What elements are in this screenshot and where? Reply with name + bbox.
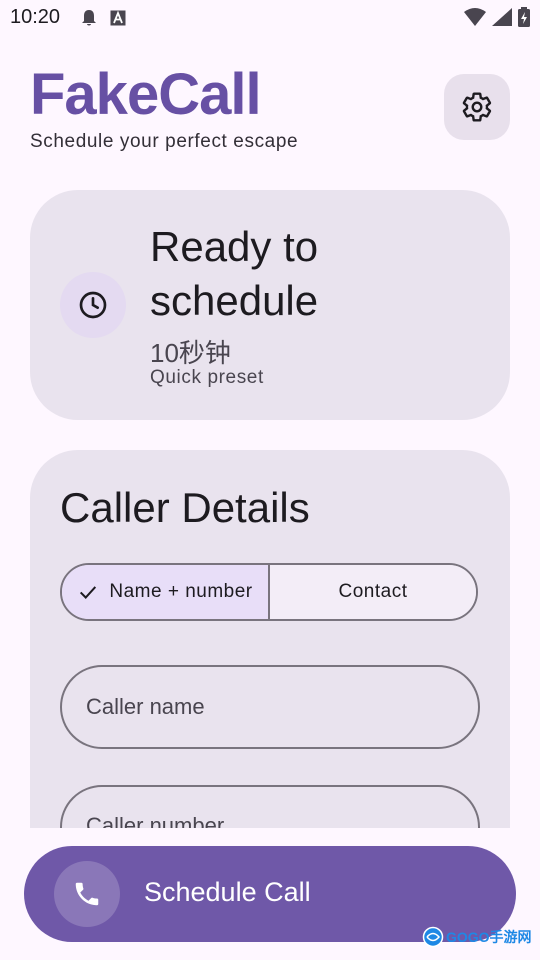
watermark-text: GOGO手游网 — [446, 929, 532, 945]
caller-details-title: Caller Details — [60, 484, 310, 531]
caller-name-field[interactable]: Caller name — [60, 665, 480, 749]
schedule-call-label: Schedule Call — [144, 877, 311, 907]
app-title: FakeCall — [30, 62, 262, 127]
segment-contact-label: Contact — [338, 581, 408, 602]
status-bar: 10:20 — [0, 0, 540, 36]
segment-contact[interactable]: Contact — [270, 565, 476, 619]
watermark-logo: GOGO手游网 — [422, 926, 532, 948]
segment-name-number[interactable]: Name + number — [62, 565, 270, 619]
wifi-icon — [464, 8, 486, 26]
schedule-status-card: Ready to schedule 10秒钟 Quick preset — [30, 190, 510, 420]
status-duration: 10秒钟 — [150, 338, 231, 368]
settings-button[interactable] — [444, 74, 510, 140]
caller-number-field[interactable]: Caller number — [60, 785, 480, 828]
watermark-globe-icon — [422, 926, 444, 948]
notification-bell-icon — [82, 10, 96, 26]
caller-details-card: Caller Details Name + number Contact Cal… — [30, 450, 510, 828]
clock-badge — [60, 272, 126, 338]
app-subtitle: Schedule your perfect escape — [30, 131, 299, 152]
check-icon — [80, 586, 97, 599]
caller-mode-segmented-control: Name + number Contact — [60, 563, 478, 621]
status-headline: Ready to schedule — [150, 223, 319, 324]
status-left-icons — [80, 9, 126, 27]
clock-icon — [79, 291, 107, 319]
battery-icon — [518, 7, 530, 27]
segment-name-number-label: Name + number — [109, 581, 253, 602]
gear-icon — [462, 92, 492, 122]
phone-icon — [75, 882, 99, 906]
text-a-icon — [110, 10, 126, 26]
phone-badge — [54, 861, 120, 927]
status-caption: Quick preset — [150, 367, 264, 388]
status-right-icons — [464, 7, 530, 27]
signal-icon — [492, 8, 512, 26]
status-time: 10:20 — [10, 6, 61, 28]
